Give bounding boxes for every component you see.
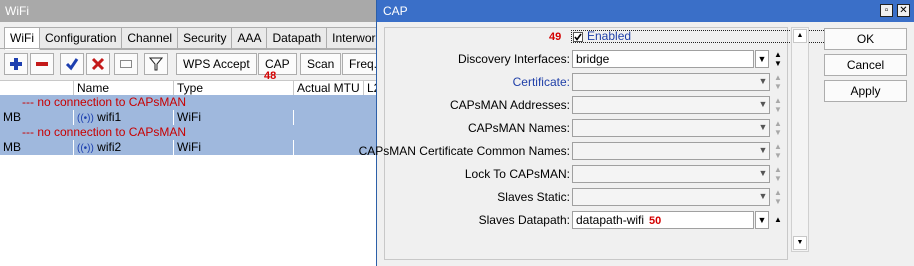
dropdown-arrow-icon[interactable]: ▼ [755,50,769,68]
tab-datapath[interactable]: Datapath [267,27,328,50]
dropdown-arrow-icon[interactable]: ▼ [756,142,770,160]
dropdown-arrow-icon[interactable]: ▼ [756,119,770,137]
field-input[interactable]: datapath-wifi [572,211,754,229]
add-button[interactable] [4,53,28,75]
add-remove-arrows-icon[interactable]: ▲ ▼ [773,165,783,183]
tab-security[interactable]: Security [178,27,233,50]
add-remove-arrows-icon[interactable]: ▲ [773,211,783,229]
dropdown-arrow-icon[interactable]: ▼ [756,96,770,114]
plus-icon [10,58,22,70]
wifi-tab-bar: WiFi Configuration Channel Security AAA … [4,27,376,50]
field-label: Discovery Interfaces: [457,52,570,66]
field-label: CAPsMAN Addresses: [449,98,570,112]
scroll-down-icon[interactable]: ▼ [793,236,807,250]
row-flags: MB [0,140,74,155]
field-input[interactable] [572,119,770,137]
filter-button[interactable] [144,53,168,75]
apply-button[interactable]: Apply [824,80,907,102]
enable-button[interactable] [60,53,84,75]
column-type[interactable]: Type [174,81,294,96]
tab-wifi[interactable]: WiFi [4,27,40,50]
comment-icon [120,60,132,68]
wireless-interface-icon: ((•)) [77,143,94,154]
tab-channel[interactable]: Channel [122,27,179,50]
cap-dialog: CAP ▫ ✕ 49 Enabled Discovery Interfaces:… [359,0,914,266]
column-name[interactable]: Name [74,81,174,96]
row-name: wifi2 [97,140,122,154]
comment-button[interactable] [114,53,138,75]
cross-icon [91,57,105,71]
add-remove-arrows-icon[interactable]: ▲ ▼ [773,73,783,91]
interface-table-empty-area [0,155,376,266]
cap-settings-panel: 49 Enabled Discovery Interfaces: bridge ▼ ▲… [359,27,868,260]
scan-button[interactable]: Scan [300,53,342,75]
row-name-cell: ((•)) wifi2 [74,140,174,155]
checkmark-icon [65,58,79,71]
field-label: CAPsMAN Certificate Common Names: [358,144,570,158]
enabled-checkbox[interactable] [573,32,583,42]
add-remove-arrows-icon[interactable]: ▲ ▼ [773,50,783,68]
field-label: Certificate: [512,75,570,89]
scroll-up-icon[interactable]: ▲ [793,29,807,43]
enabled-label[interactable]: Enabled [587,29,631,43]
field-input[interactable]: bridge [572,50,754,68]
field-input[interactable] [572,73,770,91]
field-label: Lock To CAPsMAN: [464,167,570,181]
filter-icon [148,57,164,71]
field-label: Slaves Datapath: [478,213,570,227]
row-name: wifi1 [97,110,122,124]
cancel-button[interactable]: Cancel [824,54,907,76]
ok-button[interactable]: OK [824,28,907,50]
enabled-callout-number: 49 [549,31,562,43]
wps-accept-button[interactable]: WPS Accept [176,53,257,75]
dropdown-arrow-icon[interactable]: ▼ [756,188,770,206]
field-label: Slaves Static: [497,190,570,204]
remove-button[interactable] [30,53,54,75]
tab-aaa[interactable]: AAA [232,27,268,50]
field-input[interactable] [572,188,770,206]
row-type: WiFi [174,110,294,125]
table-row[interactable]: MB ((•)) wifi2 WiFi [0,140,376,155]
wireless-interface-icon: ((•)) [77,113,94,124]
wifi-toolbar: WPS Accept CAP Scan Freq. [0,48,376,78]
field-input[interactable] [572,96,770,114]
row-type: WiFi [174,140,294,155]
restore-icon[interactable]: ▫ [880,4,893,17]
datapath-callout-number: 50 [649,215,662,227]
checkmark-icon [574,33,582,41]
row-name-cell: ((•)) wifi1 [74,110,174,125]
add-remove-arrows-icon[interactable]: ▲ ▼ [773,188,783,206]
vertical-scrollbar[interactable]: ▲ ▼ [791,27,809,252]
table-row-message[interactable]: --- no connection to CAPsMAN [0,125,376,140]
field-input[interactable] [572,142,770,160]
tab-configuration[interactable]: Configuration [40,27,123,50]
cap-dialog-title: CAP [377,0,914,22]
field-label: CAPsMAN Names: [467,121,570,135]
close-icon[interactable]: ✕ [897,4,910,17]
add-remove-arrows-icon[interactable]: ▲ ▼ [773,96,783,114]
minus-icon [36,62,48,66]
disable-button[interactable] [86,53,110,75]
column-flags [0,81,74,96]
table-row[interactable]: MB ((•)) wifi1 WiFi [0,110,376,125]
dropdown-arrow-icon[interactable]: ▼ [756,73,770,91]
wifi-window: WiFi WiFi Configuration Channel Security… [0,0,376,266]
dropdown-arrow-icon[interactable]: ▼ [755,211,769,229]
dropdown-arrow-icon[interactable]: ▼ [756,165,770,183]
add-remove-arrows-icon[interactable]: ▲ ▼ [773,142,783,160]
wifi-window-title: WiFi [0,0,376,22]
add-remove-arrows-icon[interactable]: ▲ ▼ [773,119,783,137]
field-input[interactable] [572,165,770,183]
tab-interworking[interactable]: Interworking [327,27,376,50]
table-row-message[interactable]: --- no connection to CAPsMAN [0,95,376,110]
row-flags: MB [0,110,74,125]
